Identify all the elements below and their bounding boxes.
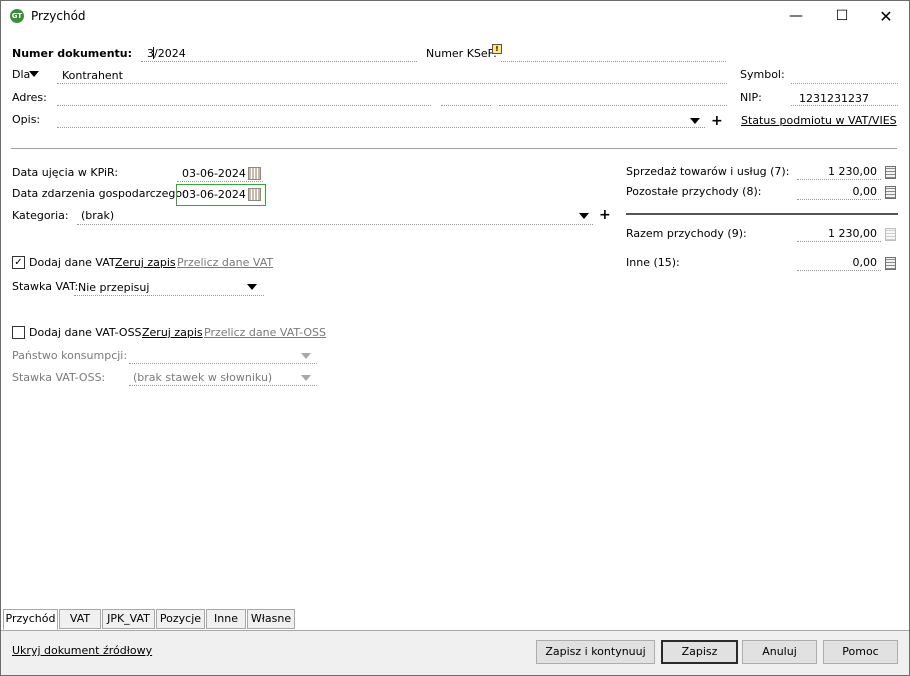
inne-value[interactable]: 0,00	[801, 256, 878, 269]
adres-ulica-input[interactable]	[57, 105, 431, 106]
numer-dokumentu-underline	[141, 61, 417, 62]
window-title: Przychód	[31, 9, 86, 23]
nip-label: NIP:	[740, 91, 762, 104]
zeruj-zapis-link[interactable]: Zeruj zapis	[115, 256, 176, 269]
status-vat-vies-link[interactable]: Status podmiotu w VAT/VIES	[741, 114, 897, 127]
kategoria-add-icon[interactable]: +	[599, 208, 611, 222]
pozostale-underline	[797, 199, 881, 200]
stawka-vat-underline	[74, 295, 264, 296]
tab-vat[interactable]: VAT	[59, 609, 101, 629]
kategoria-label: Kategoria:	[12, 209, 69, 222]
numer-ksef-label: Numer KSeF:	[426, 47, 497, 60]
dodaj-vat-label[interactable]: Dodaj dane VAT	[29, 256, 116, 269]
tab-inne[interactable]: Inne	[206, 609, 246, 629]
adres-label: Adres:	[12, 91, 47, 104]
stawka-oss-underline	[129, 385, 317, 386]
opis-label: Opis:	[12, 113, 41, 126]
symbol-label: Symbol:	[740, 68, 785, 81]
opis-input[interactable]	[57, 127, 705, 128]
calculator-icon[interactable]	[885, 186, 896, 199]
kategoria-dropdown-icon[interactable]	[579, 213, 589, 219]
symbol-underline	[791, 83, 898, 84]
amounts-divider	[626, 213, 898, 215]
kontrahent-input[interactable]: Kontrahent	[62, 69, 123, 82]
data-ujecia-underline	[177, 181, 263, 182]
pozostale-value[interactable]: 0,00	[801, 185, 878, 198]
zeruj-zapis-oss-link[interactable]: Zeruj zapis	[142, 326, 203, 339]
ksef-info-icon[interactable]: !	[492, 44, 502, 54]
title-bar: GT Przychód — ☐ ✕	[1, 1, 909, 32]
panstwo-konsumpcji-label: Państwo konsumpcji:	[12, 349, 128, 362]
data-zdarzenia-label: Data zdarzenia gospodarczego:	[12, 187, 186, 200]
header-divider	[11, 148, 897, 149]
window: GT Przychód — ☐ ✕ Numer dokumentu: 3/202…	[0, 0, 910, 676]
close-icon[interactable]: ✕	[863, 1, 909, 32]
sprzedaz-value[interactable]: 1 230,00	[801, 165, 877, 178]
data-zdarzenia-input[interactable]: 03-06-2024	[182, 188, 246, 201]
maximize-icon[interactable]: ☐	[819, 1, 865, 32]
stawka-vat-label: Stawka VAT:	[12, 280, 79, 293]
text-caret	[153, 47, 154, 59]
tab-wlasne[interactable]: Własne	[247, 609, 295, 629]
dla-label[interactable]: Dla	[12, 68, 30, 81]
inne-label: Inne (15):	[626, 256, 680, 269]
nip-input[interactable]: 1231231237	[799, 92, 869, 105]
numer-dokumentu-label: Numer dokumentu:	[12, 47, 133, 60]
calculator-icon[interactable]	[885, 257, 896, 270]
sprzedaz-underline	[797, 179, 881, 180]
stawka-oss-dropdown-icon[interactable]	[301, 375, 311, 381]
app-icon: GT	[10, 9, 24, 23]
ukryj-dokument-link[interactable]: Ukryj dokument źródłowy	[12, 644, 152, 657]
razem-underline	[797, 241, 881, 242]
opis-add-icon[interactable]: +	[711, 114, 723, 128]
footer-bar: Ukryj dokument źródłowy Zapisz i kontynu…	[1, 630, 909, 675]
nip-underline	[791, 105, 898, 106]
przelicz-vat-oss-link[interactable]: Przelicz dane VAT-OSS	[204, 326, 326, 339]
inne-underline	[797, 270, 881, 271]
adres-miasto-input[interactable]	[499, 105, 727, 106]
data-ujecia-label: Data ujęcia w KPiR:	[12, 166, 119, 179]
zapisz-button[interactable]: Zapisz	[661, 640, 738, 664]
tab-przychod[interactable]: Przychód	[3, 609, 58, 630]
calendar-icon[interactable]	[248, 167, 261, 180]
calculator-icon[interactable]	[885, 166, 896, 179]
stawka-vat-oss-select[interactable]: (brak stawek w słowniku)	[133, 371, 272, 384]
kategoria-select[interactable]: (brak)	[81, 209, 114, 222]
panstwo-underline	[129, 363, 317, 364]
kontrahent-underline	[57, 83, 727, 84]
razem-value: 1 230,00	[828, 227, 877, 240]
opis-dropdown-icon[interactable]	[690, 118, 700, 124]
zapisz-i-kontynuuj-button[interactable]: Zapisz i kontynuuj	[536, 640, 655, 664]
stawka-vat-dropdown-icon[interactable]	[247, 284, 257, 290]
numer-ksef-underline	[501, 61, 726, 62]
przelicz-vat-link[interactable]: Przelicz dane VAT	[177, 256, 273, 269]
kategoria-underline	[77, 224, 593, 225]
anuluj-button[interactable]: Anuluj	[742, 640, 817, 664]
sprzedaz-label: Sprzedaż towarów i usług (7):	[626, 165, 790, 178]
pomoc-button[interactable]: Pomoc	[823, 640, 898, 664]
dodaj-vat-oss-label[interactable]: Dodaj dane VAT-OSS	[29, 326, 142, 339]
dla-dropdown-icon[interactable]	[29, 71, 39, 77]
calculator-icon	[885, 228, 896, 241]
pozostale-label: Pozostałe przychody (8):	[626, 185, 762, 198]
tab-pozycje[interactable]: Pozycje	[156, 609, 205, 629]
data-ujecia-input[interactable]: 03-06-2024	[182, 167, 246, 180]
calendar-icon[interactable]	[248, 188, 261, 201]
tab-jpk-vat[interactable]: JPK_VAT	[102, 609, 155, 629]
adres-kod-input[interactable]	[441, 105, 491, 106]
dodaj-vat-checkbox[interactable]: ✓	[12, 256, 25, 269]
stawka-vat-select[interactable]: Nie przepisuj	[78, 281, 149, 294]
dodaj-vat-oss-checkbox[interactable]	[12, 326, 25, 339]
panstwo-dropdown-icon[interactable]	[301, 353, 311, 359]
razem-label: Razem przychody (9):	[626, 227, 747, 240]
stawka-vat-oss-label: Stawka VAT-OSS:	[12, 371, 106, 384]
minimize-icon[interactable]: —	[773, 1, 819, 32]
